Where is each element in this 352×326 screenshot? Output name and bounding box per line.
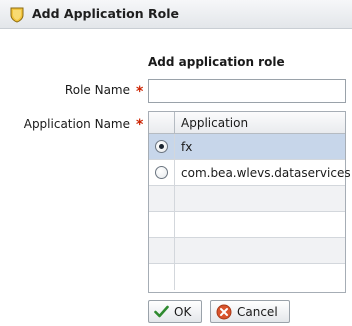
selection-cell: [149, 134, 175, 159]
application-name-label: Application Name: [23, 117, 130, 131]
cancel-button-label: Cancel: [237, 304, 278, 319]
checkmark-icon: [154, 305, 169, 318]
radio-button[interactable]: [155, 166, 168, 179]
selection-cell: [149, 212, 175, 237]
form-heading: Add application role: [148, 55, 285, 69]
selection-cell: [149, 238, 175, 263]
column-header-application[interactable]: Application: [181, 116, 248, 130]
radio-button-selected[interactable]: [155, 140, 168, 153]
table-row[interactable]: com.bea.wlevs.dataservices: [149, 160, 351, 186]
table-row[interactable]: fx: [149, 134, 345, 160]
required-marker-role: *: [136, 84, 144, 100]
role-name-input[interactable]: [148, 79, 346, 103]
application-table: Application fx com.bea.wlevs.dataservice…: [148, 111, 351, 293]
row-application-label: com.bea.wlevs.dataservices: [181, 166, 351, 180]
dialog-title: Add Application Role: [32, 6, 179, 21]
empty-row: [149, 264, 345, 290]
ok-button[interactable]: OK: [148, 300, 202, 323]
selection-cell: [149, 186, 175, 211]
selection-column-header: [149, 112, 175, 134]
table-header: Application: [149, 112, 345, 134]
selection-cell: [149, 264, 175, 290]
shield-icon: [10, 7, 24, 23]
cancel-icon: [216, 304, 232, 319]
empty-row: [149, 212, 345, 238]
dialog-titlebar: Add Application Role: [0, 0, 352, 29]
cancel-button[interactable]: Cancel: [210, 300, 290, 323]
empty-row: [149, 238, 345, 264]
role-name-label: Role Name: [64, 83, 130, 97]
empty-row: [149, 186, 345, 212]
required-marker-application: *: [136, 117, 144, 133]
row-application-label: fx: [181, 140, 193, 154]
selection-cell: [149, 160, 175, 185]
ok-button-label: OK: [174, 304, 192, 319]
